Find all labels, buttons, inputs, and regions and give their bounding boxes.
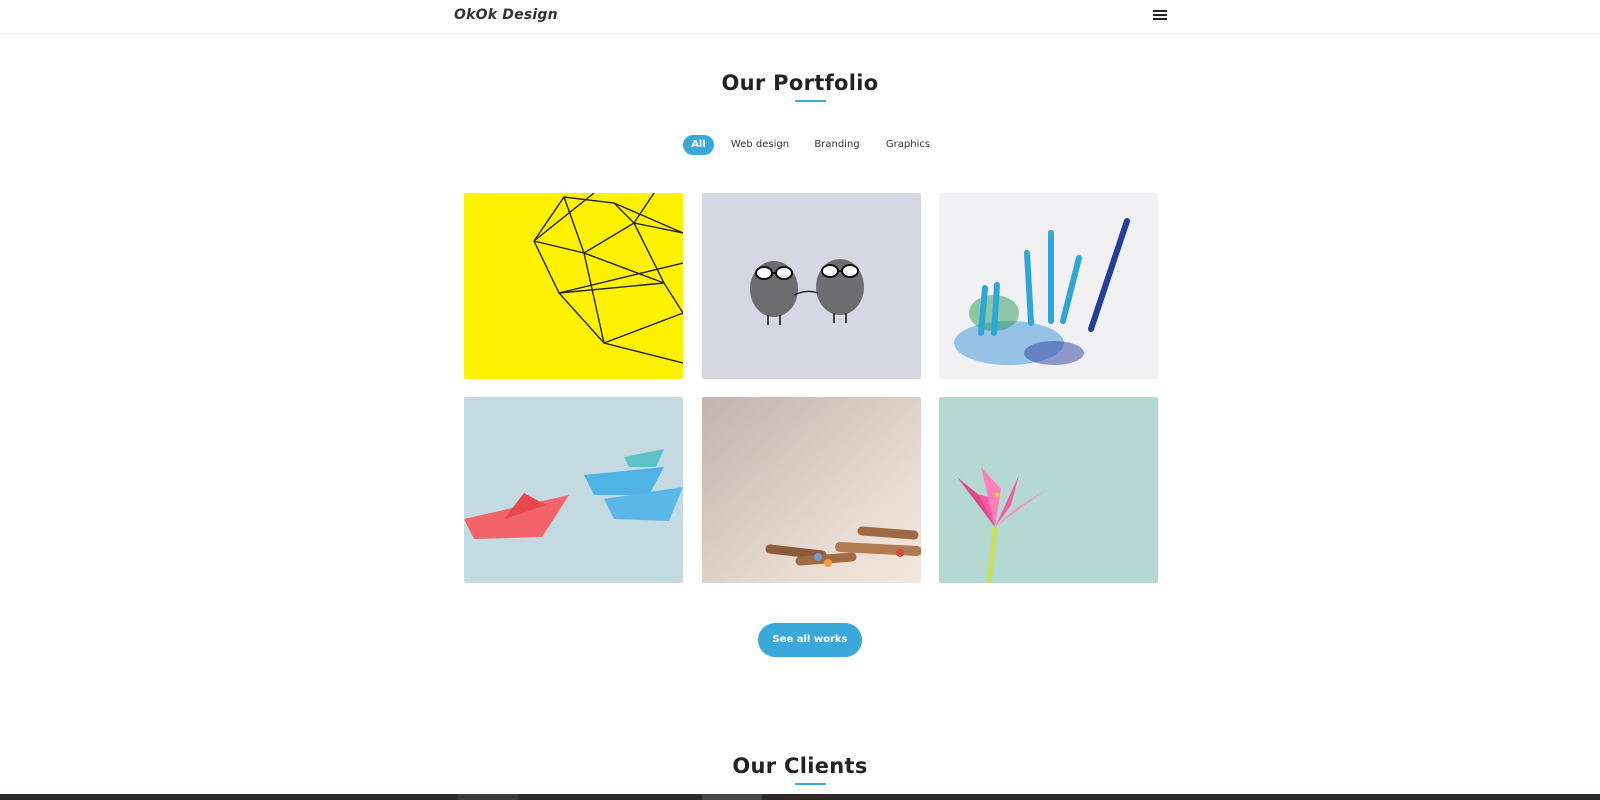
portfolio-title: Our Portfolio <box>721 71 879 95</box>
menu-line <box>1153 18 1167 20</box>
clients-title: Our Clients <box>732 754 868 778</box>
client-image-block <box>458 794 518 800</box>
portfolio-item-paper-boats[interactable] <box>464 397 683 583</box>
wire-shape-image <box>464 193 683 379</box>
pebbles-image <box>702 193 921 379</box>
filter-web-design[interactable]: Web design <box>728 135 792 155</box>
portfolio-item-pencil-stubs[interactable] <box>702 397 921 583</box>
filter-all[interactable]: All <box>683 135 714 155</box>
portfolio-title-underline <box>795 100 826 102</box>
brand-logo[interactable]: OkOk Design <box>454 7 558 23</box>
portfolio-item-pebbles[interactable] <box>702 193 921 379</box>
portfolio-item-origami-lily[interactable] <box>939 397 1158 583</box>
paper-boats-image <box>464 397 683 583</box>
clients-title-underline <box>795 783 826 785</box>
portfolio-filter-bar: All Web design Branding Graphics <box>0 135 1600 157</box>
menu-line <box>1153 10 1167 12</box>
origami-lily-image <box>939 397 1158 583</box>
blue-pencils-image <box>939 193 1158 379</box>
portfolio-item-wire-shape[interactable] <box>464 193 683 379</box>
portfolio-item-pencils[interactable] <box>939 193 1158 379</box>
menu-line <box>1153 14 1167 16</box>
filter-graphics[interactable]: Graphics <box>881 135 935 155</box>
filter-branding[interactable]: Branding <box>811 135 863 155</box>
see-all-works-button[interactable]: See all works <box>758 623 862 657</box>
top-navbar: OkOk Design <box>0 0 1600 34</box>
client-image-block <box>702 794 762 800</box>
clients-image-strip <box>0 794 1600 800</box>
pencil-stubs-image <box>702 397 921 583</box>
hamburger-icon[interactable] <box>1150 8 1170 25</box>
